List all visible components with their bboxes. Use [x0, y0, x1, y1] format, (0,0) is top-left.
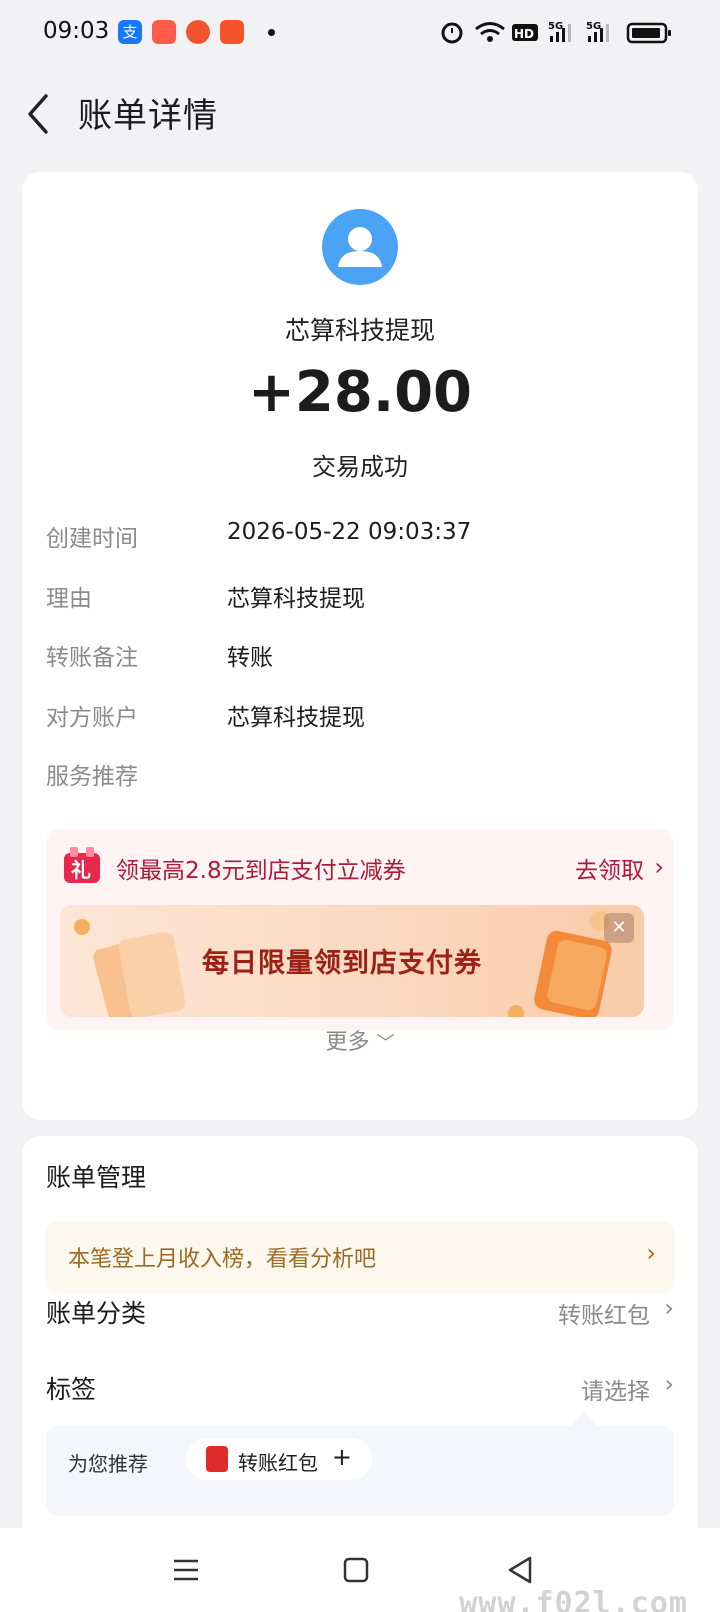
transaction-status: 交易成功 [312, 453, 408, 481]
promo-text: 领最高2.8元到店支付立减券 [116, 858, 406, 884]
detail-label-created-time: 创建时间 [46, 526, 138, 552]
detail-label-transfer-note: 转账备注 [46, 645, 138, 671]
notification-dot [268, 29, 275, 36]
back-nav-button[interactable] [500, 1550, 540, 1590]
home-nav-button[interactable] [336, 1550, 376, 1590]
status-time: 09:03 [43, 18, 110, 44]
detail-value-reason: 芯算科技提现 [227, 586, 365, 612]
bill-category-label: 账单分类 [46, 1299, 147, 1328]
gift-icon: 礼 [62, 845, 102, 885]
recommend-label: 为您推荐 [68, 1452, 148, 1476]
tooltip-notch [569, 1411, 599, 1441]
bill-category-value: 转账红包 [558, 1303, 650, 1329]
red-packet-icon [206, 1446, 228, 1472]
status-icons: HD 5G 5G [441, 21, 671, 44]
chevron-right-icon: › [664, 1370, 674, 1398]
status-bar: 09:03 支 HD 5G 5G [0, 0, 720, 64]
tag-chip-transfer-redpacket[interactable]: 转账红包 + [186, 1438, 372, 1480]
banner-text: 每日限量领到店支付券 [202, 948, 482, 979]
chevron-right-icon: › [646, 1239, 656, 1267]
close-icon[interactable]: ✕ [604, 913, 634, 943]
more-label: 更多 [325, 1030, 370, 1055]
hd-text: HD [514, 27, 534, 41]
detail-value-counterparty: 芯算科技提现 [227, 705, 365, 731]
more-toggle[interactable]: 更多 ﹀ [22, 1024, 698, 1056]
status-right: HD 5G 5G [440, 18, 680, 46]
app-icon-3 [186, 20, 210, 44]
watermark: www.f02l.com [459, 1586, 688, 1612]
section-title: 账单管理 [46, 1163, 147, 1192]
insight-text: 本笔登上月收入榜，看看分析吧 [68, 1247, 377, 1272]
detail-value-transfer-note: 转账 [227, 645, 273, 671]
detail-value-created-time: 2026-05-22 09:03:37 [227, 519, 472, 545]
app-icon-2 [152, 20, 176, 44]
promo-banner[interactable]: 每日限量领到店支付券 ✕ [60, 905, 644, 1017]
detail-label-counterparty: 对方账户 [46, 705, 138, 731]
chip-label: 转账红包 [238, 1451, 318, 1475]
user-icon [338, 227, 382, 267]
home-square-icon [343, 1557, 369, 1583]
back-button[interactable] [22, 90, 62, 138]
chevron-right-icon: › [654, 853, 664, 881]
page-title: 账单详情 [78, 96, 218, 136]
payee-name: 芯算科技提现 [284, 316, 435, 345]
tag-recommendations: 为您推荐 转账红包 + [46, 1411, 674, 1516]
chevron-down-icon: ﹀ [376, 1033, 395, 1054]
signal-1-label: 5G [548, 21, 563, 32]
tag-label: 标签 [46, 1375, 97, 1404]
menu-nav-button[interactable] [166, 1550, 206, 1590]
detail-label-reason: 理由 [46, 586, 92, 612]
avatar [322, 209, 398, 285]
gift-glyph: 礼 [71, 858, 91, 882]
app-icon-4 [220, 20, 244, 44]
detail-label-service-recommend: 服务推荐 [46, 764, 138, 790]
chevron-left-icon [28, 94, 48, 134]
income-insight-banner[interactable]: 本笔登上月收入榜，看看分析吧 › [46, 1221, 674, 1293]
tag-value: 请选择 [581, 1379, 650, 1405]
plus-icon: + [331, 1443, 352, 1471]
back-triangle-icon [508, 1556, 532, 1584]
promo-card[interactable]: 礼 领最高2.8元到店支付立减券 去领取 › 每日限量领到店支付券 ✕ [46, 829, 674, 1031]
promo-claim-link[interactable]: 去领取 [575, 851, 644, 885]
alipay-icon: 支 [118, 20, 142, 44]
menu-icon [174, 1559, 198, 1581]
signal-2-label: 5G [586, 21, 601, 32]
amount: +28.00 [247, 360, 473, 425]
chevron-right-icon: › [664, 1294, 674, 1322]
transaction-card: 芯算科技提现 +28.00 交易成功 创建时间 2026-05-22 09:03… [22, 172, 698, 1120]
